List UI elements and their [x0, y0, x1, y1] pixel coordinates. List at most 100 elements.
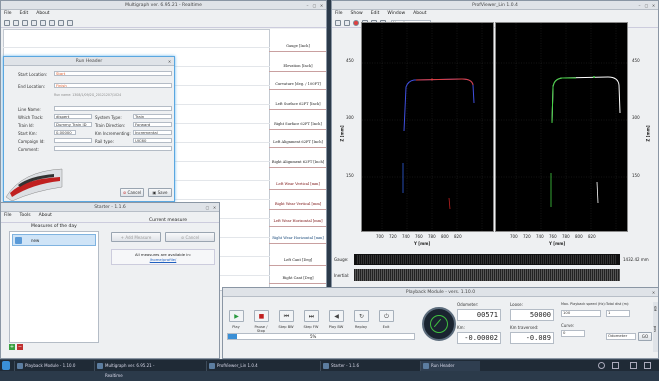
close-icon[interactable]: ✕ — [319, 3, 324, 8]
volume-icon[interactable] — [612, 362, 619, 369]
menu-edit[interactable]: Edit — [371, 10, 380, 18]
play-button[interactable]: ▶ — [229, 310, 244, 322]
multigraph-menubar: File Edit About — [1, 10, 326, 18]
cancel-icon: ⊘ — [122, 190, 127, 195]
line-name-input[interactable] — [54, 106, 172, 111]
side-tab-km[interactable]: KM — [653, 306, 657, 311]
maximize-icon[interactable]: ▢ — [205, 205, 210, 210]
menu-window[interactable]: Window — [387, 10, 405, 18]
close-icon[interactable]: ✕ — [212, 205, 217, 210]
right-marker-white — [596, 181, 599, 204]
list-item[interactable]: new — [12, 234, 96, 246]
max-speed-input[interactable]: 100 — [561, 310, 601, 317]
train-direction-select[interactable]: Forward — [133, 122, 172, 127]
total-input[interactable]: 1 — [606, 310, 630, 317]
taskbar-item[interactable]: Playback Module - 1.10.0 — [14, 361, 84, 371]
system-type-select[interactable]: Train — [133, 114, 172, 119]
cancel-button[interactable]: ⊘ Cancel — [120, 188, 144, 197]
taskbar-item[interactable]: Run Header — [420, 361, 480, 371]
taskbar: Playback Module - 1.10.0 Multigraph ver.… — [0, 359, 659, 378]
side-tab-pos[interactable]: pos — [653, 326, 657, 332]
pause-stop-button[interactable]: ■ — [254, 310, 269, 322]
right-profile-plot[interactable] — [495, 22, 628, 232]
record-icon[interactable] — [353, 19, 359, 26]
x-tick: 700 — [376, 234, 384, 239]
unit-select[interactable]: Odometer — [606, 333, 636, 340]
close-icon[interactable]: ✕ — [651, 3, 656, 8]
y-tick: 150 — [346, 173, 354, 178]
start-menu-icon[interactable] — [2, 361, 10, 370]
stop-icon[interactable] — [344, 19, 350, 26]
graph-icon[interactable] — [22, 19, 28, 26]
available-box: All measures are available in: /home/pro… — [111, 249, 215, 265]
close-icon[interactable]: ✕ — [651, 290, 656, 295]
export-icon[interactable] — [67, 19, 73, 26]
print-icon[interactable] — [58, 19, 64, 26]
go-button[interactable]: GO — [638, 332, 652, 341]
clock-icon[interactable] — [630, 362, 637, 369]
maximize-icon[interactable]: ▢ — [644, 3, 649, 8]
network-icon[interactable] — [598, 362, 605, 369]
zoom-icon[interactable] — [31, 19, 37, 26]
minimize-icon[interactable]: – — [637, 3, 642, 8]
add-measure-button[interactable]: + Add Measure — [111, 232, 161, 242]
menu-edit[interactable]: Edit — [20, 10, 29, 18]
progress-fill — [228, 334, 238, 339]
menu-about[interactable]: About — [36, 10, 49, 18]
total-label: Total dist (m): — [606, 302, 630, 306]
menu-about[interactable]: About — [39, 212, 52, 220]
comment-input[interactable] — [54, 146, 172, 151]
playback-window: Playback Module - vers. 1.10.0 ✕ ▶ Play … — [222, 287, 659, 359]
left-profile-plot[interactable] — [361, 22, 494, 232]
remove-icon[interactable]: − — [17, 344, 23, 350]
exit-button[interactable]: ⏻ — [379, 310, 394, 322]
menu-about[interactable]: About — [413, 10, 426, 18]
taskbar-item[interactable]: Starter - 1.1.6 — [320, 361, 390, 371]
cancel-button[interactable]: ⊘ Cancel — [165, 232, 215, 242]
save-icon[interactable] — [13, 19, 19, 26]
campaign-input[interactable] — [54, 138, 92, 143]
rail-type-select[interactable]: UIC60 — [133, 138, 172, 143]
progress-bar[interactable]: 5% — [227, 333, 415, 340]
step-bw-button[interactable]: ⏮ — [279, 310, 294, 322]
km-incrementing-select[interactable]: Incremental — [133, 130, 172, 135]
point-marker — [593, 76, 595, 78]
which-track-select[interactable]: dispert — [54, 114, 92, 119]
loose-display: 50000 — [510, 309, 554, 321]
train-id-input[interactable]: Dummy Train ID — [54, 122, 92, 127]
pause-stop-label: Pause / Stop — [254, 325, 268, 333]
end-location-input[interactable]: Finish — [54, 83, 172, 88]
maximize-icon[interactable]: ▢ — [312, 3, 317, 8]
play-bw-button[interactable]: ◀ — [329, 310, 344, 322]
close-icon[interactable]: ✕ — [167, 59, 172, 64]
notifications-icon[interactable] — [644, 362, 651, 369]
add-icon[interactable]: + — [9, 344, 15, 350]
x-tick: 820 — [588, 234, 596, 239]
open-icon[interactable] — [4, 19, 10, 26]
replay-button[interactable]: ↻ — [354, 310, 369, 322]
comment-label: Comment: — [18, 147, 39, 152]
measures-list[interactable]: new — [9, 231, 99, 343]
right-profile-chart — [496, 23, 627, 231]
menu-file[interactable]: File — [335, 10, 343, 18]
start-km-input[interactable]: 0.00000 — [54, 130, 76, 135]
step-bw-label: Step BW — [278, 325, 294, 329]
menu-show[interactable]: Show — [351, 10, 363, 18]
menu-file[interactable]: File — [4, 212, 12, 220]
menu-file[interactable]: File — [4, 10, 12, 18]
max-speed-label: Max. Playback speed (Hz): — [561, 302, 606, 306]
curve-input[interactable]: 0 — [561, 330, 585, 337]
settings-icon[interactable] — [40, 19, 46, 26]
save-button[interactable]: ▣ Save — [148, 188, 172, 197]
left-profile-curve — [403, 78, 475, 132]
grid-icon[interactable] — [49, 19, 55, 26]
open-icon[interactable] — [335, 19, 341, 26]
row-label: Left Wear Vertical [mm] — [269, 175, 326, 190]
minimize-icon[interactable]: – — [305, 3, 310, 8]
step-fw-button[interactable]: ⏭ — [304, 310, 319, 322]
taskbar-item[interactable]: ProfViewer_Lin 1.0.4 — [206, 361, 276, 371]
available-link[interactable]: /home/profile/ — [112, 257, 214, 262]
taskbar-item[interactable]: Multigraph ver. 6.95.21 - Realtime — [94, 361, 164, 378]
start-location-input[interactable]: Start — [54, 71, 172, 76]
menu-tools[interactable]: Tools — [20, 212, 31, 220]
